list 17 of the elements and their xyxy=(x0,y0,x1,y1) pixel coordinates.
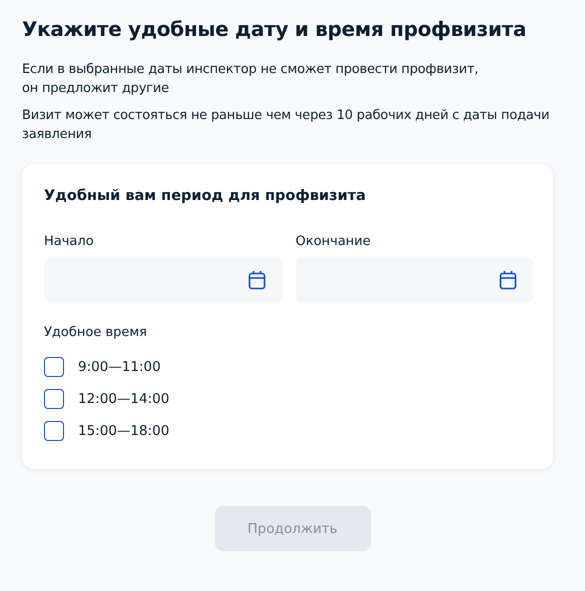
field-label: Начало xyxy=(44,233,95,251)
info-text: Визит может состояться не раньше чем через 10 рабочих дней с даты подачи заявления xyxy=(22,107,550,144)
date-field[interactable] xyxy=(44,257,282,303)
time-slot-label: 15:00—18:00 xyxy=(78,423,170,439)
calendar-icon xyxy=(499,270,517,290)
checkbox[interactable] xyxy=(44,421,64,441)
date-field[interactable] xyxy=(296,257,533,303)
time-slot-label: 12:00—14:00 xyxy=(78,391,170,407)
checkbox[interactable] xyxy=(44,389,64,409)
calendar-icon xyxy=(248,270,266,290)
checkbox[interactable] xyxy=(44,357,64,377)
field-label: Окончание xyxy=(296,233,372,251)
time-slot-label: 9:00—11:00 xyxy=(78,359,161,375)
time-label: Удобное время xyxy=(44,324,148,342)
page-title: Укажите удобные дату и время профвизита xyxy=(22,16,528,43)
card-title: Удобный вам период для профвизита xyxy=(44,187,367,206)
info-text: Если в выбранные даты инспектор не сможет провести профвизит, он предложит другие xyxy=(22,61,480,98)
